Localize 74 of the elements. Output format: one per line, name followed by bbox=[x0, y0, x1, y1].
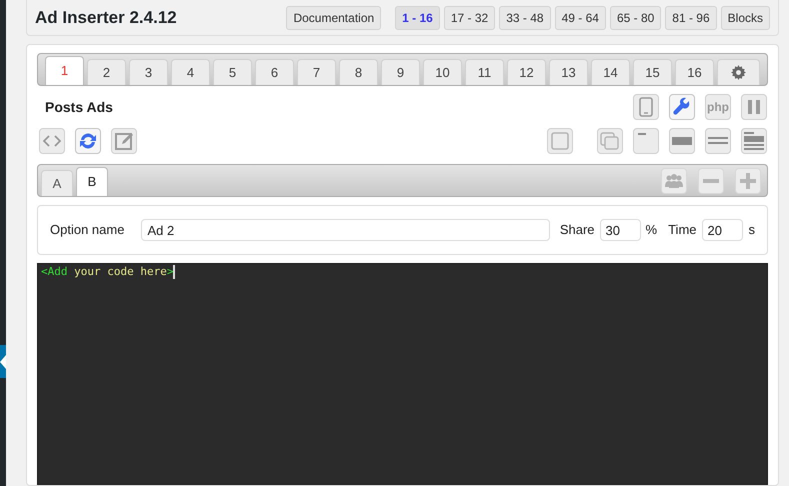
plus-icon bbox=[740, 172, 756, 188]
range-button[interactable]: 49 - 64 bbox=[554, 6, 606, 30]
block-tab[interactable]: 10 bbox=[423, 59, 462, 85]
range-button[interactable]: 81 - 96 bbox=[665, 6, 717, 30]
block-tab[interactable]: 2 bbox=[87, 59, 126, 85]
block-tab[interactable]: 12 bbox=[507, 59, 546, 85]
block-tab[interactable]: 15 bbox=[633, 59, 672, 85]
bar-icon bbox=[672, 136, 692, 146]
text-cursor bbox=[173, 265, 176, 279]
users-icon bbox=[664, 172, 684, 188]
blocks-button[interactable]: Blocks bbox=[720, 6, 770, 30]
option-name-field[interactable]: Ad 2 bbox=[141, 219, 550, 241]
minus-icon bbox=[703, 178, 719, 182]
code-token: > bbox=[166, 265, 174, 279]
block-name: Posts Ads bbox=[45, 98, 113, 116]
percent-unit: % bbox=[646, 221, 658, 240]
square-icon bbox=[551, 132, 569, 150]
toolbar-button[interactable] bbox=[111, 128, 137, 154]
option-tab[interactable]: A bbox=[41, 170, 73, 196]
block-tab[interactable]: 3 bbox=[129, 59, 168, 85]
toolbar-button[interactable] bbox=[633, 128, 659, 154]
block-tab[interactable]: 13 bbox=[549, 59, 588, 85]
code-token: your code here bbox=[73, 265, 167, 279]
option-tool-button[interactable] bbox=[698, 168, 724, 194]
code-editor[interactable]: <Add your code here> bbox=[37, 263, 768, 485]
block-tab[interactable]: 14 bbox=[591, 59, 630, 85]
range-button[interactable]: 17 - 32 bbox=[444, 6, 496, 30]
php-icon: php bbox=[707, 98, 729, 116]
pause-icon bbox=[748, 100, 760, 114]
toolbar-button[interactable] bbox=[669, 128, 695, 154]
code-token: <Add bbox=[41, 265, 68, 279]
collapse-tab[interactable] bbox=[0, 345, 6, 378]
block-tab[interactable]: 16 bbox=[675, 59, 714, 85]
block-tab[interactable]: 11 bbox=[465, 59, 504, 85]
range-button[interactable]: 33 - 48 bbox=[499, 6, 551, 30]
bottom-lines-icon bbox=[708, 137, 728, 145]
seconds-unit: s bbox=[748, 221, 755, 240]
block-tab[interactable]: 4 bbox=[171, 59, 210, 85]
time-label: Time bbox=[668, 221, 696, 240]
time-field[interactable]: 20 bbox=[702, 219, 742, 241]
wrench-icon bbox=[672, 97, 692, 117]
block-tab[interactable]: 5 bbox=[213, 59, 252, 85]
block-tab[interactable]: 8 bbox=[339, 59, 378, 85]
documentation-button[interactable]: Documentation bbox=[286, 6, 382, 30]
toolbar-button[interactable] bbox=[741, 128, 767, 154]
toolbar-button[interactable] bbox=[633, 94, 659, 120]
block-tab[interactable]: 9 bbox=[381, 59, 420, 85]
range-button[interactable]: 65 - 80 bbox=[610, 6, 662, 30]
option-tab[interactable]: B bbox=[76, 167, 108, 196]
toolbar-button[interactable] bbox=[705, 128, 731, 154]
share-label: Share bbox=[560, 221, 595, 240]
block-tab[interactable]: 1 bbox=[45, 56, 84, 85]
toolbar-button[interactable] bbox=[39, 128, 65, 154]
toolbar-button[interactable] bbox=[741, 94, 767, 120]
share-field[interactable]: 30 bbox=[600, 219, 641, 241]
toolbar-button[interactable] bbox=[547, 128, 573, 154]
toolbar-button[interactable] bbox=[669, 94, 695, 120]
range-button[interactable]: 1 - 16 bbox=[395, 6, 440, 30]
option-name-label: Option name bbox=[50, 221, 124, 240]
option-tool-button[interactable] bbox=[735, 168, 761, 194]
overlap-icon bbox=[600, 132, 620, 150]
block-tab[interactable]: 6 bbox=[255, 59, 294, 85]
chevron-left-icon bbox=[0, 354, 6, 368]
tablet-icon bbox=[639, 97, 653, 117]
block-tab[interactable]: 7 bbox=[297, 59, 336, 85]
toolbar-button[interactable] bbox=[597, 128, 623, 154]
option-tool-button[interactable] bbox=[661, 168, 687, 194]
edit-icon bbox=[114, 131, 134, 151]
code-icon bbox=[43, 135, 61, 147]
plugin-title: Ad Inserter 2.4.12 bbox=[35, 7, 177, 30]
settings-tab[interactable] bbox=[717, 59, 760, 85]
text-lines-icon bbox=[744, 132, 764, 150]
toolbar-button[interactable] bbox=[75, 128, 101, 154]
settings-icon bbox=[731, 65, 746, 80]
